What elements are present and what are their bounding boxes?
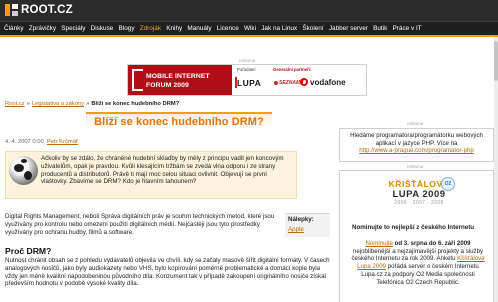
ad-label: reklama: [407, 121, 424, 126]
breadcrumb: Root.cz» Legislativa a zákony» Blíží se ko…: [5, 101, 297, 107]
vodafone-logo: vodafone: [300, 78, 346, 87]
nav-item-prace-v-it[interactable]: Práce v IT: [393, 25, 422, 32]
kristalova-lupa-logo[interactable]: KŘIŠŤÁLOVÁ LUPA 2009 2006 · 2007 · 2008 …: [379, 177, 459, 217]
ad-label: reklama: [239, 58, 256, 63]
nav-item-knihy[interactable]: Knihy: [166, 25, 182, 32]
tags-heading: Nálepky:: [288, 216, 314, 223]
nominee-title: Nominujte to nejlepší z českého Internet…: [352, 224, 475, 231]
banner-partners: Pořadatel Generální partneři: LUPA SEZNA…: [232, 65, 366, 95]
article-author-link[interactable]: Petr Krčmář: [47, 139, 78, 145]
logo-text: ROOT.CZ: [21, 4, 73, 16]
banner-organizer-label: Pořadatel: [237, 67, 256, 72]
site-logo[interactable]: ROOT.CZ: [5, 3, 73, 17]
nominee-dates: od 3. srpna do 6. září 2009: [394, 240, 471, 247]
banner-bracket-icon: [132, 69, 143, 91]
vodafone-logo-text: vodafone: [310, 78, 346, 87]
nav-item-skoleni[interactable]: Školení: [302, 25, 323, 32]
banner-title-line1: MOBILE INTERNET: [146, 73, 210, 80]
nav-item-zpravicky[interactable]: Zprávičky: [29, 25, 56, 32]
article-paragraph: Nutnost chránit obsah se z pohledu vydav…: [5, 257, 330, 288]
o2-badge-icon: O2: [441, 177, 455, 191]
perex-text: Ačkoliv by se zdálo, že chráněné hudební…: [41, 155, 284, 186]
award-years: 2006 · 2007 · 2008: [394, 200, 444, 206]
banner-partners-label: Generální partneři:: [273, 67, 312, 72]
vodafone-icon: [300, 78, 308, 86]
nav-item-manualy[interactable]: Manuály: [187, 25, 211, 32]
nav-item-butik[interactable]: Butik: [373, 25, 387, 32]
banner-ad[interactable]: MOBILE INTERNET FORUM 2009 Pořadatel Gen…: [127, 64, 367, 96]
globe-headphones-icon: [9, 156, 38, 185]
article-title: Blíží se konec hudebního DRM?: [94, 116, 264, 128]
nav-item-jak-na-linux[interactable]: Jak na Linux: [261, 25, 297, 32]
breadcrumb-current: Blíží se konec hudebního DRM?: [91, 101, 180, 107]
nav-item-diskuse[interactable]: Diskuse: [91, 25, 114, 32]
tag-link-apple[interactable]: Apple: [288, 226, 304, 233]
main-nav: Články Zprávičky Speciály Diskuse Blogy …: [0, 21, 498, 37]
top-header: ROOT.CZ: [0, 0, 498, 21]
article-meta: 4. 4. 2007 0:00 Petr Krčmář: [5, 139, 78, 145]
tags-box: Nálepky: Apple: [285, 213, 330, 237]
article-date: 4. 4. 2007 0:00: [5, 139, 44, 145]
nav-item-clanky[interactable]: Články: [4, 25, 24, 32]
nominee-link[interactable]: Nominujte: [365, 240, 392, 247]
breadcrumb-link-root[interactable]: Root.cz: [5, 101, 25, 107]
nominee-text: Nominujte od 3. srpna do 6. září 2009 ne…: [349, 240, 487, 286]
banner-title-line2: FORUM 2009: [146, 82, 189, 89]
nav-item-specialy[interactable]: Speciály: [61, 25, 85, 32]
nav-item-licence[interactable]: Licence: [217, 25, 239, 32]
logo-icon: [5, 4, 18, 16]
job-ad-box: Hledáme programatora/programátorku webov…: [339, 128, 494, 162]
scrollbar-thumb[interactable]: [494, 41, 498, 81]
nav-item-wiki[interactable]: Wiki: [244, 25, 256, 32]
lupa-logo: LUPA: [234, 77, 262, 88]
ad-label: reklama: [407, 164, 424, 169]
nav-item-zdrojak[interactable]: Zdroják: [140, 25, 161, 32]
breadcrumb-separator: »: [26, 101, 30, 107]
award-box: KŘIŠŤÁLOVÁ LUPA 2009 2006 · 2007 · 2008 …: [339, 170, 494, 302]
breadcrumb-link-legislativa[interactable]: Legislativa a zákony: [32, 101, 84, 107]
nav-item-jabber-server[interactable]: Jabber server: [329, 25, 368, 32]
section-heading: Proč DRM?: [5, 246, 52, 256]
breadcrumb-separator: »: [86, 101, 90, 107]
job-ad-text: Hledáme programatora/programátorku webov…: [350, 132, 483, 155]
article-title-box: Blíží se konec hudebního DRM?: [86, 112, 272, 130]
banner-title-block: MOBILE INTERNET FORUM 2009: [128, 65, 232, 95]
article-perex: Ačkoliv by se zdálo, že chráněné hudební…: [5, 151, 297, 199]
job-ad-link[interactable]: http://www.a-prague.com/programator-php: [359, 147, 473, 154]
nav-item-blogy[interactable]: Blogy: [119, 25, 135, 32]
vertical-scrollbar[interactable]: [494, 37, 498, 302]
article-paragraph: Digital Rights Management, neboli Správa…: [5, 213, 275, 236]
